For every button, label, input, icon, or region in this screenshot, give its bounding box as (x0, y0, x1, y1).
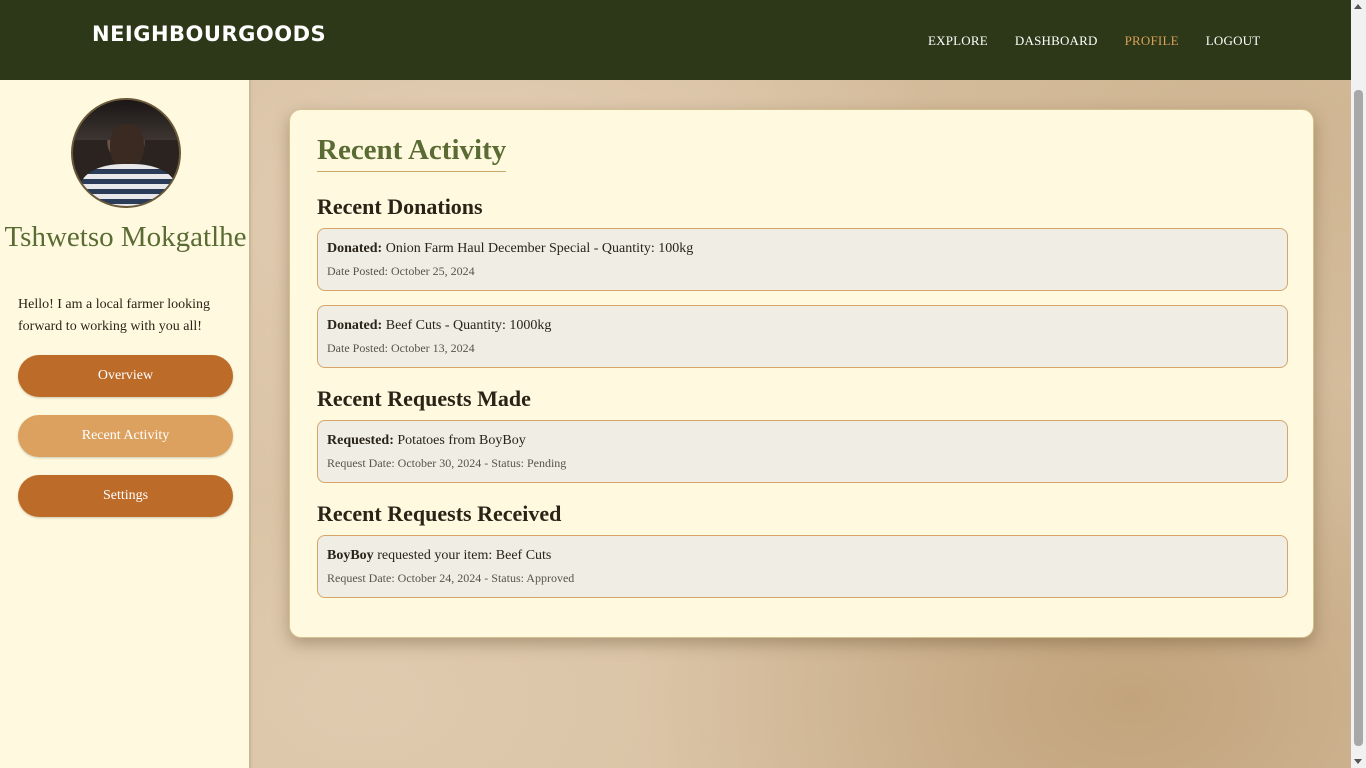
request-received-date-status: Request Date: October 24, 2024 - Status:… (327, 571, 575, 585)
donation-text: Beef Cuts - Quantity: 1000kg (385, 318, 552, 333)
brand-logo[interactable]: NEIGHBOURGOODS (92, 22, 326, 46)
request-made-item: Requested: Potatoes from BoyBoy Request … (317, 420, 1288, 483)
avatar (71, 98, 181, 208)
profile-sidebar: Tshwetso Mokgatlhe Hello! I am a local f… (0, 80, 251, 768)
donation-date: Date Posted: October 25, 2024 (327, 264, 475, 278)
request-prefix: Requested: (327, 433, 394, 448)
requests-made-heading: Recent Requests Made (317, 386, 531, 411)
nav-logout[interactable]: LOGOUT (1206, 33, 1261, 49)
profile-bio: Hello! I am a local farmer looking forwa… (18, 297, 211, 334)
nav-profile[interactable]: PROFILE (1125, 33, 1179, 49)
settings-button[interactable]: Settings (18, 475, 233, 517)
overview-button[interactable]: Overview (18, 355, 233, 397)
requests-received-heading: Recent Requests Received (317, 501, 562, 526)
request-received-line: BoyBoy requested your item: Beef Cuts (327, 547, 1278, 565)
recent-activity-button[interactable]: Recent Activity (18, 415, 233, 457)
donation-item: Donated: Onion Farm Haul December Specia… (317, 228, 1288, 291)
request-date-status: Request Date: October 30, 2024 - Status:… (327, 456, 567, 470)
nav-explore[interactable]: EXPLORE (928, 33, 988, 49)
donation-date: Date Posted: October 13, 2024 (327, 341, 475, 355)
profile-name: Tshwetso Mokgatlhe (4, 221, 247, 253)
donation-line: Donated: Onion Farm Haul December Specia… (327, 240, 1278, 258)
main-nav: EXPLORE DASHBOARD PROFILE LOGOUT (928, 33, 1287, 49)
request-received-text: requested your item: Beef Cuts (377, 548, 552, 563)
donation-prefix: Donated: (327, 318, 383, 333)
request-text: Potatoes from BoyBoy (397, 433, 526, 448)
nav-dashboard[interactable]: DASHBOARD (1015, 33, 1098, 49)
avatar-shirt (81, 164, 175, 206)
avatar-face (110, 124, 144, 168)
scroll-down-arrow-icon[interactable] (1354, 759, 1362, 764)
donations-heading: Recent Donations (317, 194, 483, 219)
page-scrollbar[interactable] (1351, 0, 1366, 768)
recent-activity-card: Recent Activity Recent Donations Donated… (289, 109, 1314, 638)
request-line: Requested: Potatoes from BoyBoy (327, 432, 1278, 450)
scrollbar-thumb[interactable] (1354, 90, 1363, 746)
top-navbar: NEIGHBOURGOODS EXPLORE DASHBOARD PROFILE… (0, 0, 1351, 80)
scroll-up-arrow-icon[interactable] (1354, 4, 1362, 9)
donation-item: Donated: Beef Cuts - Quantity: 1000kg Da… (317, 305, 1288, 368)
request-received-item: BoyBoy requested your item: Beef Cuts Re… (317, 535, 1288, 598)
donation-line: Donated: Beef Cuts - Quantity: 1000kg (327, 317, 1278, 335)
donation-prefix: Donated: (327, 241, 383, 256)
donation-text: Onion Farm Haul December Special - Quant… (385, 241, 694, 256)
page-title: Recent Activity (317, 134, 507, 172)
requester-name: BoyBoy (327, 548, 374, 563)
